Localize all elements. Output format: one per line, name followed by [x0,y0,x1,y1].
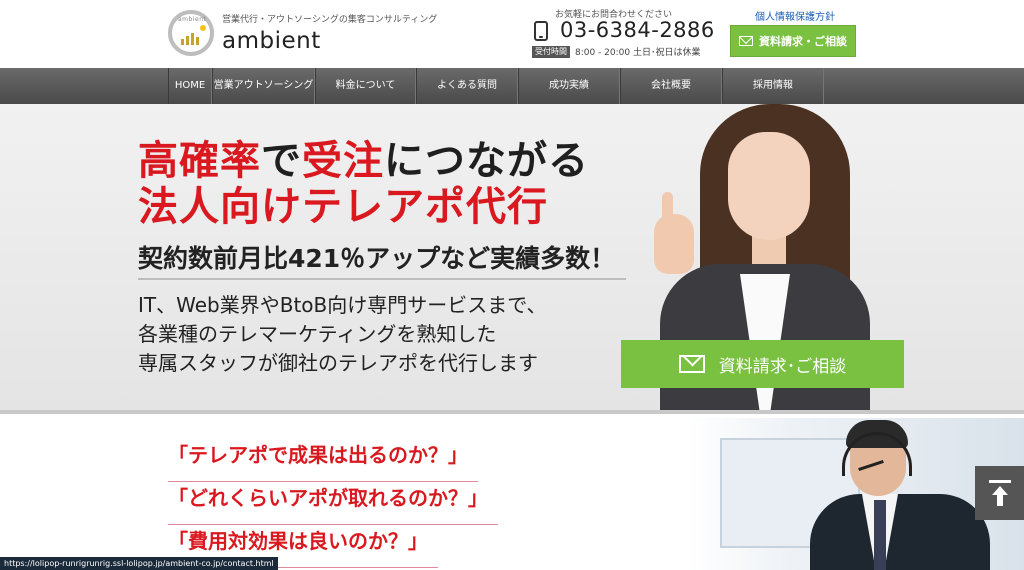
nav-item-recruit[interactable]: 採用情報 [722,68,824,104]
logo-mark-text: ambient [178,16,207,23]
status-bar-url: https://lolipop-runrigrunrig.ssl-lolipop… [0,557,278,570]
phone-icon [534,21,548,41]
hero-body-line: 専属スタッフが御社のテレアポを代行します [138,351,538,375]
operator-man-image [690,418,1024,570]
logo-bars-icon [181,31,205,45]
hero-body: IT、Web業界やBtoB向け専門サービスまで、 各業種のテレマーケティングを熟… [138,291,546,378]
phone-number[interactable]: 03-6384-2886 [560,18,715,42]
global-nav: HOME 営業アウトソーシング 料金について よくある質問 成功実績 会社概要 … [0,68,1024,104]
question-item: 「テレアポで成果は出るのか？」 [168,440,478,482]
logo-icon[interactable]: ambient [168,10,214,56]
nav-item-faq[interactable]: よくある質問 [416,68,518,104]
arrow-up-icon [988,480,1011,506]
hero-rule [138,278,626,280]
hero-request-button[interactable]: 資料請求･ご相談 [621,340,904,388]
privacy-policy-link[interactable]: 個人情報保護方針 [755,8,835,23]
mail-icon [678,355,705,373]
hero-body-line: IT、Web業界やBtoB向け専門サービスまで、 [138,293,547,317]
site-header: ambient 営業代行・アウトソーシングの集客コンサルティング ambient… [0,0,1024,68]
hero-request-label: 資料請求･ご相談 [718,356,847,377]
nav-item-results[interactable]: 成功実績 [518,68,620,104]
nav-item-company[interactable]: 会社概要 [620,68,722,104]
logo-wordmark[interactable]: ambient [222,28,321,54]
nav-item-pricing[interactable]: 料金について [315,68,416,104]
header-request-label: 資料請求・ご相談 [759,35,847,48]
mail-icon [739,36,753,46]
hero-headline-2: 法人向けテレアポ代行 [138,184,548,230]
question-item: 「どれくらいアポが取れるのか？」 [168,483,498,525]
site-tagline: 営業代行・アウトソーシングの集客コンサルティング [222,15,438,25]
question-list: 「テレアポで成果は出るのか？」 「どれくらいアポが取れるのか？」 「費用対効果は… [168,440,498,569]
business-hours: 8:00 - 20:00 土日･祝日は休業 [575,48,701,58]
page-top-button[interactable] [975,466,1024,520]
hours-badge: 受付時間 [532,46,570,58]
header-request-button[interactable]: 資料請求・ご相談 [730,25,856,57]
hero-body-line: 各業種のテレマーケティングを熟知した [138,322,497,346]
nav-item-sales-outsourcing[interactable]: 営業アウトソーシング [212,68,315,104]
nav-item-home[interactable]: HOME [168,68,212,104]
hero-sub-headline: 契約数前月比421％アップなど実績多数！ [138,244,616,273]
page: ambient 営業代行・アウトソーシングの集客コンサルティング ambient… [0,0,1024,570]
hero-divider [0,410,1024,414]
